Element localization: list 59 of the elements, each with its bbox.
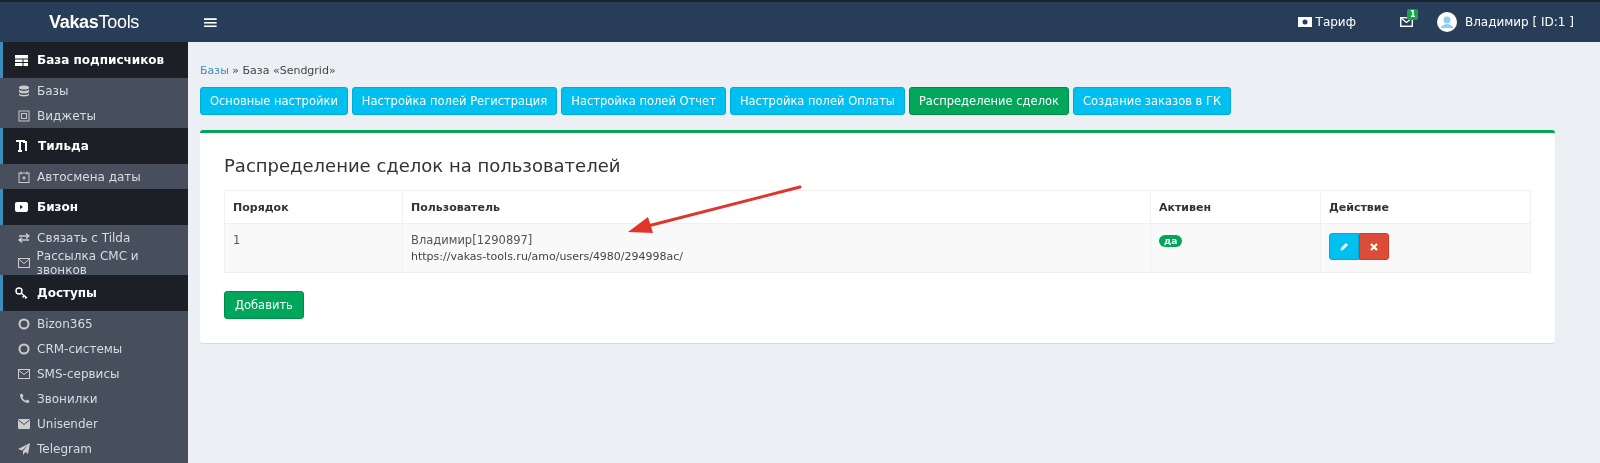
banknote-icon bbox=[1297, 17, 1312, 27]
app-logo[interactable]: VakasTools bbox=[0, 11, 188, 33]
close-icon bbox=[1370, 242, 1378, 251]
sidebar-item[interactable]: Автосмена даты bbox=[0, 164, 188, 189]
sidebar-section[interactable]: База подписчиков bbox=[0, 42, 188, 78]
section-title: База подписчиков bbox=[37, 53, 165, 67]
text-icon bbox=[15, 140, 29, 152]
sidebar-section[interactable]: Тильда bbox=[0, 128, 188, 164]
column-header: Действие bbox=[1320, 190, 1531, 224]
calendar-icon bbox=[18, 170, 30, 183]
sidebar-item[interactable]: Telegram bbox=[0, 436, 188, 461]
sidebar-item[interactable]: Связать с Tilda bbox=[0, 225, 188, 250]
column-header: Порядок bbox=[224, 190, 403, 224]
section-title: Доступы bbox=[37, 286, 97, 300]
section-title: Тильда bbox=[38, 139, 89, 153]
sidebar-section[interactable]: Доступы bbox=[0, 275, 188, 311]
column-header: Активен bbox=[1150, 190, 1321, 224]
video-icon bbox=[15, 202, 28, 212]
breadcrumb: Базы » База «Sendgrid» bbox=[200, 64, 337, 77]
sidebar-item[interactable]: Unisender bbox=[0, 411, 188, 436]
frame-icon bbox=[18, 109, 30, 122]
sidebar-item[interactable]: CRM-системы bbox=[0, 336, 188, 361]
circle-icon bbox=[18, 342, 30, 355]
sidebar-item[interactable]: Базы bbox=[0, 78, 188, 103]
status-badge: да bbox=[1159, 235, 1183, 247]
delete-button[interactable] bbox=[1359, 233, 1389, 260]
envelope-icon bbox=[18, 418, 30, 429]
table-icon bbox=[15, 54, 28, 66]
tab[interactable]: Распределение сделок bbox=[908, 87, 1069, 115]
sidebar-item[interactable]: Bizon365 bbox=[0, 311, 188, 336]
sidebar-item[interactable]: Виджеты bbox=[0, 103, 188, 128]
swap-arrows-icon bbox=[18, 232, 30, 243]
breadcrumb-link[interactable]: Базы bbox=[200, 64, 229, 77]
sidebar-item[interactable]: SMS-сервисы bbox=[0, 361, 188, 386]
pencil-icon bbox=[1339, 242, 1349, 251]
database-icon bbox=[18, 84, 30, 97]
envelope-icon bbox=[18, 368, 30, 379]
card-title: Распределение сделок на пользователей bbox=[224, 155, 622, 176]
edit-button[interactable] bbox=[1329, 233, 1359, 260]
column-header: Пользователь bbox=[402, 190, 1151, 224]
circle-icon bbox=[18, 317, 30, 330]
user-url: https://vakas-tools.ru/amo/users/4980/294998ac/ bbox=[411, 250, 685, 263]
phone-icon bbox=[18, 393, 30, 404]
sidebar-item[interactable]: Звонилки bbox=[0, 386, 188, 411]
user-name: Владимир[1290897] bbox=[411, 233, 534, 247]
notification-badge: 1 bbox=[1406, 9, 1419, 20]
sidebar-section[interactable]: Бизон bbox=[0, 189, 188, 225]
tariff-link[interactable]: Тариф bbox=[1297, 15, 1356, 29]
avatar-icon bbox=[1436, 12, 1457, 32]
menu-button[interactable]: ≡ bbox=[188, 12, 219, 32]
paper-plane-icon bbox=[18, 442, 30, 455]
section-title: Бизон bbox=[37, 200, 79, 214]
sidebar-item[interactable]: Рассылка СМС и звонков bbox=[0, 250, 188, 275]
key-icon bbox=[15, 287, 28, 299]
add-button[interactable]: Добавить bbox=[224, 291, 304, 319]
user-menu[interactable]: Владимир [ ID:1 ] bbox=[1436, 12, 1574, 32]
table-cell: 1 bbox=[224, 223, 403, 273]
envelope-icon bbox=[17, 257, 30, 268]
envelope-icon[interactable] bbox=[1399, 17, 1413, 27]
